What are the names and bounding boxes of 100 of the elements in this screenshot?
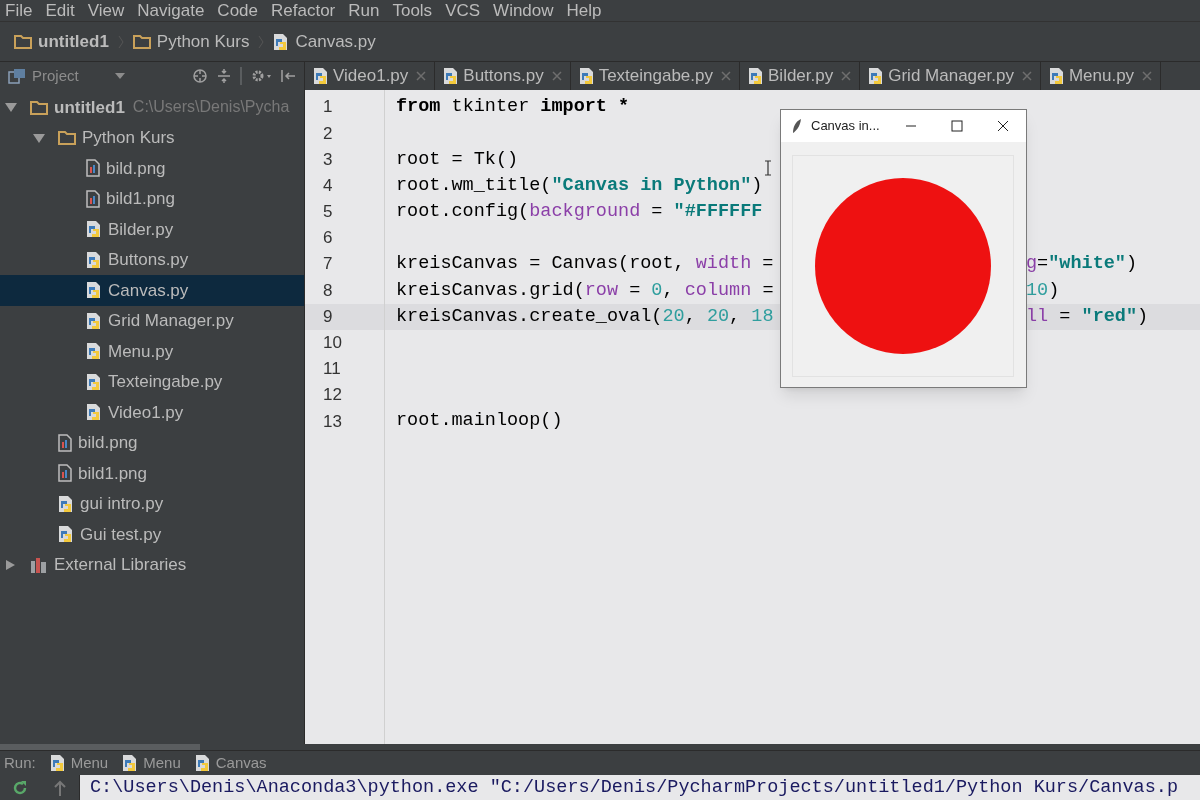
top-bar-entry[interactable]: VCS — [445, 2, 481, 19]
python-file-icon — [86, 220, 102, 239]
line-number: 8 — [323, 279, 333, 302]
breadcrumb[interactable]: Python Kurs — [130, 26, 252, 57]
tree-item[interactable]: Python Kurs — [0, 122, 304, 153]
configuration-tab[interactable]: Menu — [122, 751, 181, 775]
python-file-icon — [86, 342, 102, 361]
expanded-arrow-icon — [4, 101, 18, 114]
tree-item[interactable]: Grid Manager.py — [0, 305, 304, 336]
code-line: root.mainloop() — [396, 409, 563, 434]
tree-item[interactable]: Menu.py — [0, 336, 304, 367]
tree-item[interactable]: External Libraries — [0, 549, 304, 580]
top-bar-entry[interactable]: Edit — [45, 2, 75, 19]
tree-item-label: Texteingabe.py — [108, 371, 223, 393]
collapse-icon — [216, 68, 232, 84]
text-cursor-icon — [764, 160, 772, 176]
python-file-icon — [86, 403, 102, 422]
tree-item-label: Video1.py — [108, 401, 184, 424]
close-icon — [1142, 71, 1153, 81]
breadcrumb[interactable]: untitled1 — [12, 26, 111, 57]
python-file-icon — [273, 32, 290, 51]
project-view-dropdown[interactable]: Project — [8, 64, 79, 88]
project-icon — [8, 68, 26, 84]
image-file-icon — [86, 189, 100, 208]
line-number: 12 — [323, 384, 342, 407]
python-file-icon — [578, 67, 595, 85]
tree-item-label: untitled1 — [54, 96, 125, 119]
tree-item-label: External Libraries — [54, 554, 187, 576]
top-bar-entry[interactable]: Refactor — [271, 2, 336, 19]
folder-icon — [132, 34, 151, 49]
tree-item[interactable]: Buttons.py — [0, 244, 304, 275]
python-file-icon — [868, 67, 885, 85]
crosshair-icon — [192, 68, 208, 84]
tree-item[interactable]: Video1.py — [0, 397, 304, 428]
python-file-icon — [86, 281, 102, 300]
line-number: 10 — [323, 332, 342, 355]
window-title: Canvas in... — [811, 117, 880, 136]
code-line: kreisCanvas.create_oval(20, 20, 18 — [396, 304, 774, 329]
top-bar-entry[interactable]: Window — [493, 2, 554, 19]
python-file-icon — [58, 494, 74, 513]
line-number: 5 — [323, 201, 333, 224]
tree-item-label: bild1.png — [106, 188, 175, 210]
tree-item[interactable]: Canvas.py — [0, 275, 304, 306]
line-number: 7 — [323, 253, 333, 276]
tree-item-label: bild.png — [106, 157, 166, 180]
top-bar-entry[interactable]: Help — [566, 2, 602, 19]
line-number: 2 — [323, 122, 333, 145]
python-file-icon — [748, 67, 764, 85]
code-line: 10) — [1026, 278, 1060, 303]
app-window[interactable]: Canvas in... — [780, 109, 1027, 388]
tree-item[interactable]: gui intro.py — [0, 488, 304, 519]
close-icon — [551, 71, 562, 81]
code-line: from tkinter import * — [396, 95, 630, 120]
code-line: g="white") — [1026, 252, 1138, 277]
tree-item[interactable]: Bilder.py — [0, 214, 304, 245]
tree-item-label: gui intro.py — [80, 493, 164, 515]
tree-item[interactable]: bild.png — [0, 427, 304, 458]
rerun-icon — [12, 779, 29, 796]
code-line: root.config(background = "#FFFFFF — [396, 199, 763, 224]
python-file-icon — [86, 372, 102, 391]
image-file-icon — [58, 464, 72, 483]
code-line: kreisCanvas = Canvas(root, width = — [396, 252, 774, 277]
line-number: 4 — [323, 174, 333, 197]
top-bar-entry[interactable]: Code — [217, 2, 258, 19]
settings-icon — [250, 68, 272, 84]
breadcrumb[interactable]: Canvas.py — [271, 26, 378, 57]
hide-panel-icon — [280, 68, 296, 84]
line-number: 6 — [323, 227, 333, 250]
console-output: C:\Users\Denis\Anaconda3\python.exe "C:/Users/Denis/PycharmProjects/untitled1/Python Kurs/Canvas.p — [90, 775, 1178, 800]
close-icon — [997, 120, 1009, 132]
top-bar-entry[interactable]: View — [87, 2, 125, 19]
feather-icon — [791, 118, 803, 134]
tree-item-label: Canvas.py — [108, 279, 189, 302]
folder-icon — [14, 34, 32, 49]
line-number: 9 — [323, 305, 333, 328]
tree-item[interactable]: bild1.png — [0, 183, 304, 214]
tree-item[interactable]: Gui test.py — [0, 519, 304, 550]
line-number: 3 — [323, 148, 333, 171]
top-bar-entry[interactable]: Run — [348, 2, 380, 19]
top-bar-entry[interactable]: Tools — [392, 2, 433, 19]
top-bar-entry[interactable]: File — [5, 2, 33, 19]
tree-item-label: bild.png — [78, 432, 138, 454]
line-number: 11 — [323, 358, 341, 381]
python-file-icon — [1048, 67, 1065, 85]
library-icon — [30, 556, 48, 573]
tree-item[interactable]: bild.png — [0, 153, 304, 184]
configuration-tab[interactable]: Canvas — [194, 751, 267, 775]
up-arrow-icon — [52, 779, 67, 796]
folder-icon — [30, 99, 48, 115]
tree-item-label: Buttons.py — [108, 249, 189, 271]
expanded-arrow-icon — [32, 131, 46, 144]
python-file-icon — [443, 67, 460, 85]
image-file-icon — [86, 159, 100, 178]
tree-item[interactable]: Texteingabe.py — [0, 366, 304, 397]
tree-item-label: Gui test.py — [80, 523, 162, 546]
top-bar-entry[interactable]: Navigate — [137, 2, 205, 19]
configuration-tab[interactable]: Menu — [49, 751, 109, 775]
tree-item[interactable]: bild1.png — [0, 458, 304, 489]
python-file-icon — [194, 754, 211, 772]
tree-item[interactable]: untitled1 C:\Users\Denis\Pycha — [0, 92, 304, 123]
